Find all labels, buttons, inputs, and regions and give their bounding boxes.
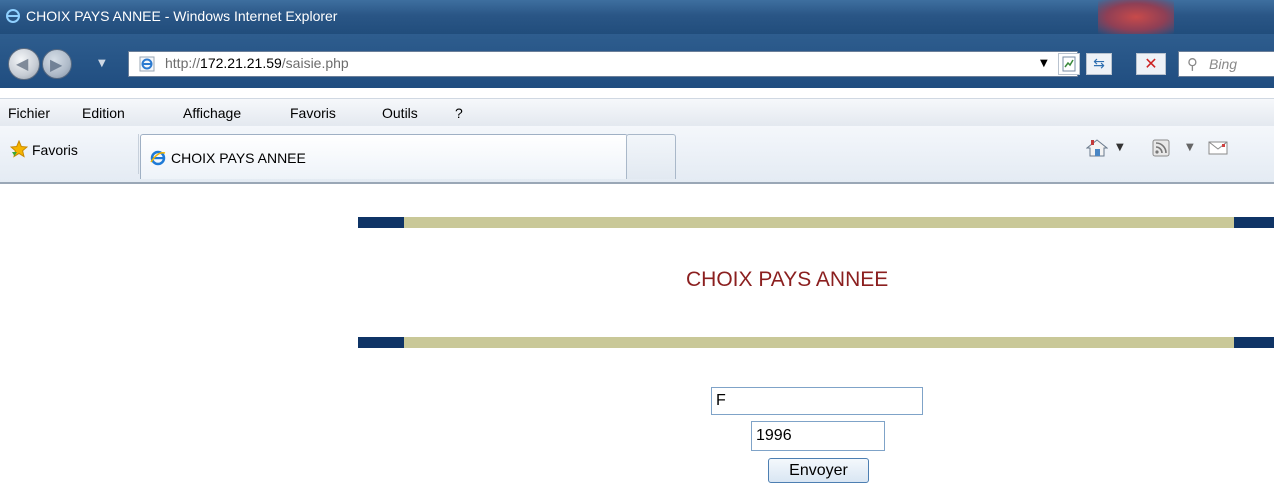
menu-bar: Fichier Edition Affichage Favoris Outils… [0,98,1274,127]
address-input[interactable]: http://172.21.21.59/saisie.php [128,51,1078,77]
url-host: 172.21.21.59 [200,55,282,71]
search-placeholder: Bing [1209,56,1238,72]
menu-item-favoris[interactable]: Favoris [290,105,336,121]
home-icon[interactable] [1086,138,1108,158]
menu-item-fichier[interactable]: Fichier [8,105,50,121]
annee-input[interactable] [751,421,885,451]
tab-active-label: CHOIX PAYS ANNEE [171,150,306,166]
tab-ie-icon [150,150,166,166]
menu-item-help[interactable]: ? [455,105,463,121]
decorative-band-bottom [358,337,1274,348]
window-title: CHOIX PAYS ANNEE - Windows Internet Expl… [26,8,338,24]
band-cap-right [1234,337,1274,348]
back-button[interactable]: ◀ [8,48,40,80]
window-glow [1098,0,1174,34]
refresh-icon[interactable]: ⇆ [1086,53,1112,75]
search-input[interactable]: ⚲ Bing [1178,51,1274,77]
compat-view-glyph [1062,56,1076,72]
forward-button[interactable]: ▶ [42,49,72,79]
band-cap-right [1234,217,1274,228]
address-url: http://172.21.21.59/saisie.php [165,55,349,71]
search-magnifier-icon: ⚲ [1187,55,1198,73]
window-titlebar: CHOIX PAYS ANNEE - Windows Internet Expl… [0,0,1274,34]
tab-active[interactable]: CHOIX PAYS ANNEE [140,134,628,179]
stop-icon[interactable]: ✕ [1136,53,1166,75]
pays-input[interactable] [711,387,923,415]
favorites-tab-bar: Favoris CHOIX PAYS ANNEE ▼ ▼ [0,126,1274,184]
new-tab-button[interactable] [626,134,676,179]
favorites-button[interactable]: Favoris [32,142,78,158]
address-toolbar: ◀ ▶ ▼ http://172.21.21.59/saisie.php ▼ ⇆… [0,34,1274,88]
menu-item-outils[interactable]: Outils [382,105,418,121]
decorative-band-top [358,217,1274,228]
submit-button[interactable]: Envoyer [768,458,869,483]
menu-item-affichage[interactable]: Affichage [183,105,241,121]
forward-arrow-icon: ▶ [50,55,63,74]
feeds-dropdown-icon[interactable]: ▼ [1186,142,1194,153]
history-dropdown-icon[interactable]: ▼ [98,58,106,69]
compat-view-icon[interactable] [1058,53,1080,75]
mail-icon[interactable] [1208,141,1228,155]
url-prefix: http:// [165,55,201,71]
band-cap-left [358,337,404,348]
feeds-icon[interactable] [1152,139,1170,157]
toolbar-separator [138,134,139,174]
ie-logo-icon [6,9,20,23]
home-dropdown-icon[interactable]: ▼ [1116,142,1124,153]
menu-item-edition[interactable]: Edition [82,105,125,121]
page-title: CHOIX PAYS ANNEE [686,268,889,291]
favorites-star-icon[interactable] [10,140,28,158]
address-dropdown-icon[interactable]: ▼ [1040,58,1048,69]
url-path: /saisie.php [281,55,349,71]
band-cap-left [358,217,404,228]
page-ie-icon [139,56,155,72]
back-arrow-icon: ◀ [16,54,29,73]
